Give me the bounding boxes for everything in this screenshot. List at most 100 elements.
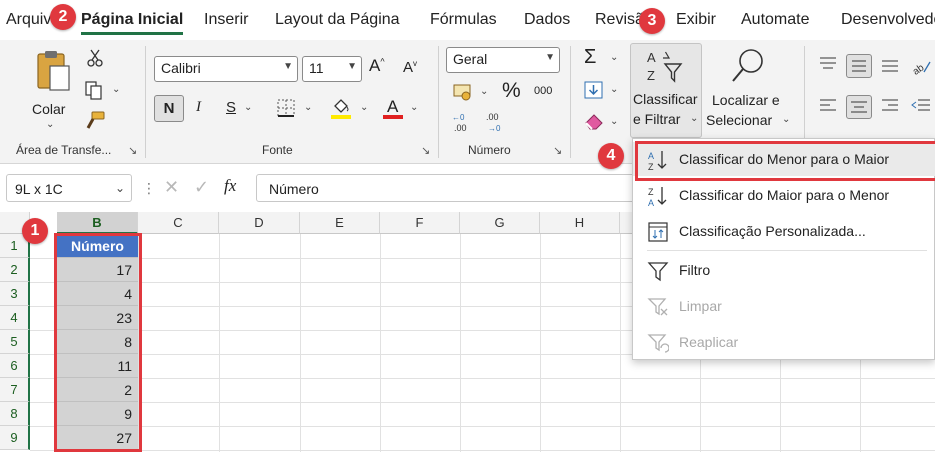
underline-button[interactable]: S xyxy=(226,99,236,116)
tab-layout-da-pagina[interactable]: Layout da Página xyxy=(275,11,400,29)
menu-separator xyxy=(647,250,927,251)
svg-text:Z: Z xyxy=(647,68,655,83)
chevron-down-icon: ⌄ xyxy=(690,113,699,124)
divider xyxy=(570,46,571,158)
row-header-4[interactable]: 4 xyxy=(0,306,30,330)
accounting-dropdown-icon[interactable]: ⌄ xyxy=(480,86,488,97)
clear-filter-icon xyxy=(647,298,668,316)
tab-formulas[interactable]: Fórmulas xyxy=(430,11,497,29)
decrease-indent-icon[interactable] xyxy=(910,98,932,114)
clear-dropdown-icon[interactable]: ⌄ xyxy=(610,116,618,127)
dialog-launcher-icon[interactable]: ↘ xyxy=(128,144,137,157)
menu-item-filter[interactable]: Filtro xyxy=(633,253,935,287)
dialog-launcher-icon[interactable]: ↘ xyxy=(553,144,562,157)
formula-input[interactable]: Número xyxy=(256,174,640,202)
menu-item-reapply[interactable]: Reaplicar xyxy=(633,325,935,359)
row-header-7[interactable]: 7 xyxy=(0,378,30,402)
custom-sort-icon xyxy=(648,222,668,242)
sort-filter-button[interactable]: A Z Classificar e Filtrar ⌄ xyxy=(630,43,702,138)
align-right-icon[interactable] xyxy=(880,98,900,114)
column-header-d[interactable]: D xyxy=(219,212,300,234)
scissors-icon[interactable] xyxy=(86,48,104,68)
more-options-icon[interactable]: ⋮ xyxy=(142,180,156,197)
svg-text:A: A xyxy=(648,151,654,161)
column-header-c[interactable]: C xyxy=(138,212,219,234)
percent-style-button[interactable]: % xyxy=(502,79,521,103)
font-size-combo[interactable]: 11 ▼ xyxy=(302,56,362,82)
format-painter-icon[interactable] xyxy=(84,110,106,132)
confirm-icon[interactable]: ✓ xyxy=(194,177,209,198)
copy-dropdown-icon[interactable]: ⌄ xyxy=(112,84,120,95)
row-header-6[interactable]: 6 xyxy=(0,354,30,378)
column-header-f[interactable]: F xyxy=(380,212,460,234)
eraser-icon[interactable] xyxy=(583,112,605,130)
tab-desenvolvedor[interactable]: Desenvolvedor xyxy=(841,11,935,29)
comma-style-button[interactable]: 000 xyxy=(534,85,552,97)
font-color-dropdown-icon[interactable]: ⌄ xyxy=(410,102,418,113)
tab-pagina-inicial[interactable]: Página Inicial xyxy=(81,11,184,35)
autosum-dropdown-icon[interactable]: ⌄ xyxy=(610,52,618,63)
row-header-9[interactable]: 9 xyxy=(0,426,30,450)
paste-button[interactable]: Colar ⌄ xyxy=(26,48,76,130)
shrink-font-icon[interactable]: Av xyxy=(403,59,417,76)
menu-item-custom-sort[interactable]: Classificação Personalizada... xyxy=(633,214,935,248)
borders-icon[interactable] xyxy=(276,98,296,118)
column-header-e[interactable]: E xyxy=(300,212,380,234)
text-orientation-icon[interactable]: ab xyxy=(910,54,932,76)
menu-item-label: Classificar do Menor para o Maior xyxy=(679,151,890,167)
align-left-icon[interactable] xyxy=(818,98,838,114)
font-color-icon[interactable]: A xyxy=(382,96,404,120)
fill-down-icon[interactable] xyxy=(583,80,605,100)
align-bottom-icon[interactable] xyxy=(880,56,900,74)
step-badge-3: 3 xyxy=(639,8,665,34)
menu-item-sort-ascending[interactable]: A Z Classificar do Menor para o Maior xyxy=(633,141,935,181)
column-header-b[interactable]: B xyxy=(57,212,138,234)
tab-exibir[interactable]: Exibir xyxy=(676,11,716,29)
underline-dropdown-icon[interactable]: ⌄ xyxy=(244,102,252,113)
align-middle-button[interactable] xyxy=(846,54,872,78)
accounting-format-icon[interactable] xyxy=(452,82,474,102)
italic-button[interactable]: I xyxy=(196,99,201,116)
tab-dados[interactable]: Dados xyxy=(524,11,570,29)
font-name-value: Calibri xyxy=(161,60,201,76)
insert-function-button[interactable]: fx xyxy=(224,176,236,196)
dialog-launcher-icon[interactable]: ↘ xyxy=(421,144,430,157)
row-header-3[interactable]: 3 xyxy=(0,282,30,306)
menu-item-sort-descending[interactable]: Z A Classificar do Maior para o Menor xyxy=(633,178,935,212)
fill-color-dropdown-icon[interactable]: ⌄ xyxy=(360,102,368,113)
align-center-button[interactable] xyxy=(846,95,872,119)
borders-dropdown-icon[interactable]: ⌄ xyxy=(304,102,312,113)
increase-decimal-icon[interactable]: ←0 .00 xyxy=(452,112,476,134)
align-middle-icon xyxy=(852,60,866,72)
bold-button[interactable]: N xyxy=(154,95,184,122)
decrease-decimal-icon[interactable]: .00 →0 xyxy=(484,112,508,134)
magnifier-icon xyxy=(732,49,763,82)
fill-color-icon[interactable] xyxy=(330,96,352,120)
name-box[interactable]: 9L x 1C ⌄ xyxy=(6,174,132,202)
row-header-2[interactable]: 2 xyxy=(0,258,30,282)
chevron-down-icon: ▼ xyxy=(545,52,555,63)
copy-icon[interactable] xyxy=(84,80,104,100)
tab-automate[interactable]: Automate xyxy=(741,11,809,29)
cancel-icon[interactable]: ✕ xyxy=(164,177,179,198)
fill-dropdown-icon[interactable]: ⌄ xyxy=(610,84,618,95)
tab-inserir[interactable]: Inserir xyxy=(204,11,248,29)
autosum-icon[interactable]: Σ xyxy=(584,46,596,69)
row-header-8[interactable]: 8 xyxy=(0,402,30,426)
chevron-down-icon: ⌄ xyxy=(782,114,791,125)
font-name-combo[interactable]: Calibri ▼ xyxy=(154,56,298,82)
number-format-combo[interactable]: Geral ▼ xyxy=(446,47,560,73)
column-header-g[interactable]: G xyxy=(460,212,540,234)
gridline xyxy=(219,234,220,452)
row-header-5[interactable]: 5 xyxy=(0,330,30,354)
align-top-icon[interactable] xyxy=(818,56,838,72)
find-select-button[interactable]: Localizar e Selecionar ⌄ xyxy=(706,46,790,138)
find-select-label-line1: Localizar e xyxy=(712,92,780,108)
step-badge-2: 2 xyxy=(50,4,76,30)
grow-font-icon[interactable]: A^ xyxy=(369,56,385,76)
gridline xyxy=(300,234,301,452)
column-header-h[interactable]: H xyxy=(540,212,620,234)
chevron-down-icon: ⌄ xyxy=(114,181,125,195)
sort-filter-label-line1: Classificar xyxy=(633,91,698,107)
menu-item-clear[interactable]: Limpar xyxy=(633,289,935,323)
